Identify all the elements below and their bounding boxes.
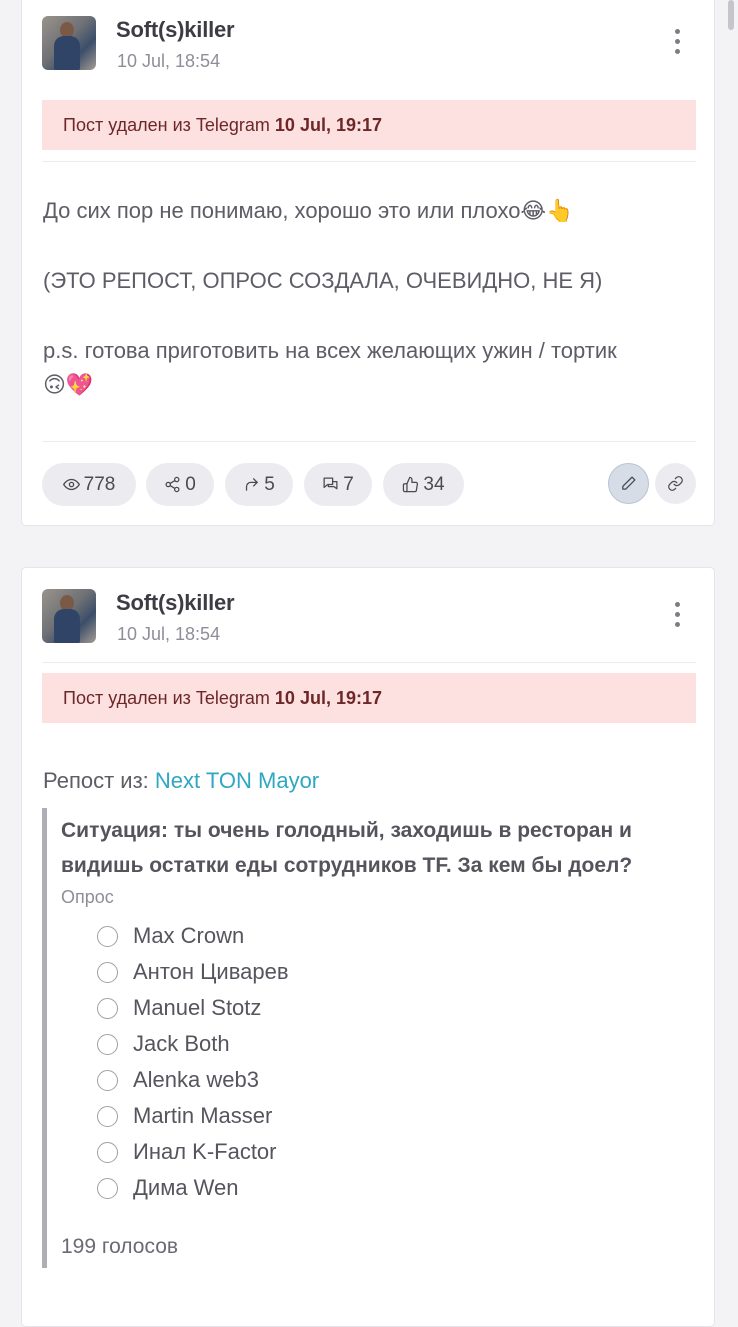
comments-value: 7 xyxy=(343,473,354,495)
poll-option[interactable]: Дима Wen xyxy=(97,1170,289,1206)
views-count[interactable]: 778 xyxy=(42,463,136,506)
post-header: Soft(s)killer 10 Jul, 18:54 xyxy=(42,568,696,658)
deleted-notice: Пост удален из Telegram 10 Jul, 19:17 xyxy=(42,100,696,150)
poll-option-label: Jack Both xyxy=(133,1031,230,1056)
radio-button[interactable] xyxy=(97,1105,118,1127)
poll-option-label: Антон Циварев xyxy=(133,959,289,984)
post-card: Soft(s)killer 10 Jul, 18:54 Пост удален … xyxy=(21,567,715,1327)
radio-button[interactable] xyxy=(97,961,118,983)
poll-option[interactable]: Антон Циварев xyxy=(97,954,289,990)
poll-option[interactable]: Инал K-Factor xyxy=(97,1134,289,1170)
repost-quote: Ситуация: ты очень голодный, заходишь в … xyxy=(42,808,696,1268)
poll-option[interactable]: Max Crown xyxy=(97,918,289,954)
more-menu-icon[interactable] xyxy=(672,602,682,632)
divider xyxy=(42,662,696,663)
poll-option[interactable]: Martin Masser xyxy=(97,1098,289,1134)
deleted-text: Пост удален из Telegram xyxy=(63,688,270,708)
divider xyxy=(42,441,696,442)
poll-options: Max Crown Антон Циварев Manuel Stotz Jac… xyxy=(97,918,289,1206)
deleted-text: Пост удален из Telegram xyxy=(63,115,270,135)
forward-icon xyxy=(246,478,259,491)
radio-button[interactable] xyxy=(97,997,118,1019)
scrollbar[interactable] xyxy=(728,0,734,30)
post-text-line: 🙃💖 xyxy=(43,373,94,398)
copy-link-button[interactable] xyxy=(655,463,696,504)
avatar[interactable] xyxy=(42,589,96,643)
poll-option[interactable]: Manuel Stotz xyxy=(97,990,289,1026)
poll-option-label: Инал K-Factor xyxy=(133,1139,277,1164)
author-name[interactable]: Soft(s)killer xyxy=(116,590,235,616)
radio-button[interactable] xyxy=(97,1069,118,1091)
radio-button[interactable] xyxy=(97,1141,118,1163)
poll-option-label: Max Crown xyxy=(133,923,245,948)
repost-label: Репост из: xyxy=(43,768,149,793)
comments-icon xyxy=(323,477,338,490)
radio-button[interactable] xyxy=(97,1177,118,1199)
deleted-date: 10 Jul, 19:17 xyxy=(274,115,382,135)
post-text-line: До сих пор не понимаю, хорошо это или пл… xyxy=(43,198,574,223)
eye-icon xyxy=(62,478,80,491)
poll-option-label: Manuel Stotz xyxy=(133,995,262,1020)
post-header: Soft(s)killer 10 Jul, 18:54 xyxy=(42,0,696,81)
post-card: Soft(s)killer 10 Jul, 18:54 Пост удален … xyxy=(21,0,715,526)
comments-button[interactable]: 7 xyxy=(304,463,372,506)
poll-question: Ситуация: ты очень голодный, заходишь в … xyxy=(61,819,633,877)
share-icon xyxy=(165,476,180,493)
post-date: 10 Jul, 18:54 xyxy=(117,51,221,71)
post-text-line: (ЭТО РЕПОСТ, ОПРОС СОЗДАЛА, ОЧЕВИДНО, НЕ… xyxy=(43,268,603,293)
poll-option-label: Alenka web3 xyxy=(133,1067,259,1092)
deleted-notice: Пост удален из Telegram 10 Jul, 19:17 xyxy=(42,673,696,723)
deleted-date: 10 Jul, 19:17 xyxy=(274,688,382,708)
post-stats: 778 0 5 7 34 xyxy=(42,463,696,507)
likes-button[interactable]: 34 xyxy=(383,463,464,506)
poll-option[interactable]: Jack Both xyxy=(97,1026,289,1062)
poll-option-label: Дима Wen xyxy=(133,1175,239,1200)
edit-button[interactable] xyxy=(608,463,649,504)
likes-value: 34 xyxy=(423,473,445,495)
share-button[interactable]: 0 xyxy=(146,463,214,506)
post-text-line: p.s. готова приготовить на всех желающих… xyxy=(43,338,617,363)
divider xyxy=(42,161,696,162)
repost-line: Репост из: Next TON Mayor xyxy=(43,768,319,794)
poll-option-label: Martin Masser xyxy=(133,1103,273,1128)
shares-value: 0 xyxy=(185,473,196,495)
thumbs-up-icon xyxy=(403,476,419,493)
poll-label: Опрос xyxy=(61,887,114,907)
radio-button[interactable] xyxy=(97,925,118,947)
poll-votes: 199 голосов xyxy=(61,1235,179,1258)
forwards-value: 5 xyxy=(264,473,275,495)
avatar[interactable] xyxy=(42,16,96,70)
link-icon xyxy=(668,476,683,491)
pencil-icon xyxy=(622,476,636,490)
forward-button[interactable]: 5 xyxy=(225,463,293,506)
views-value: 778 xyxy=(83,473,116,495)
more-menu-icon[interactable] xyxy=(672,29,682,59)
poll-option[interactable]: Alenka web3 xyxy=(97,1062,289,1098)
radio-button[interactable] xyxy=(97,1033,118,1055)
repost-source-link[interactable]: Next TON Mayor xyxy=(155,768,319,793)
author-name[interactable]: Soft(s)killer xyxy=(116,17,235,43)
post-date: 10 Jul, 18:54 xyxy=(117,624,221,644)
